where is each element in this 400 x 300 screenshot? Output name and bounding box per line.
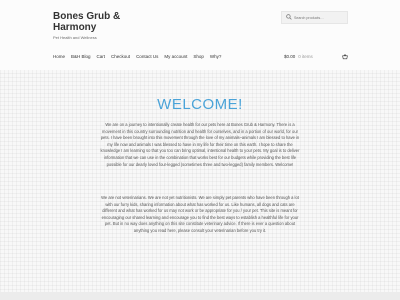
nav-item-contact[interactable]: Contact Us: [136, 53, 158, 61]
header-cart[interactable]: $0.00 0 items: [284, 53, 313, 61]
cart-total: $0.00: [284, 54, 296, 59]
site-tagline: Pet Health and Wellness: [53, 35, 97, 40]
disclaimer-paragraph: We are not veterinarians. We are not yet…: [101, 195, 299, 233]
nav-item-my-account[interactable]: My account: [164, 53, 187, 61]
search-input[interactable]: [294, 13, 346, 22]
footer-bar: [0, 292, 400, 300]
basket-icon[interactable]: [342, 54, 348, 60]
primary-nav: Home B&H Blog Cart Checkout Contact Us M…: [50, 53, 224, 61]
main-content: WELCOME! We are on a journey to intentio…: [0, 70, 400, 292]
site-title[interactable]: Bones Grub & Harmony: [53, 11, 163, 33]
cart-count: 0 items: [298, 54, 313, 59]
page-title: WELCOME!: [157, 96, 243, 113]
nav-item-home[interactable]: Home: [53, 53, 65, 61]
nav-item-blog[interactable]: B&H Blog: [71, 53, 91, 61]
site-header: Bones Grub & Harmony Pet Health and Well…: [0, 0, 400, 70]
nav-item-cart[interactable]: Cart: [97, 53, 106, 61]
nav-item-shop[interactable]: Shop: [193, 53, 204, 61]
search-box[interactable]: [281, 11, 348, 24]
search-icon: [286, 14, 292, 20]
intro-paragraph: We are on a journey to intentionally cre…: [100, 122, 300, 167]
nav-item-checkout[interactable]: Checkout: [111, 53, 130, 61]
nav-item-why[interactable]: Why?: [210, 53, 222, 61]
